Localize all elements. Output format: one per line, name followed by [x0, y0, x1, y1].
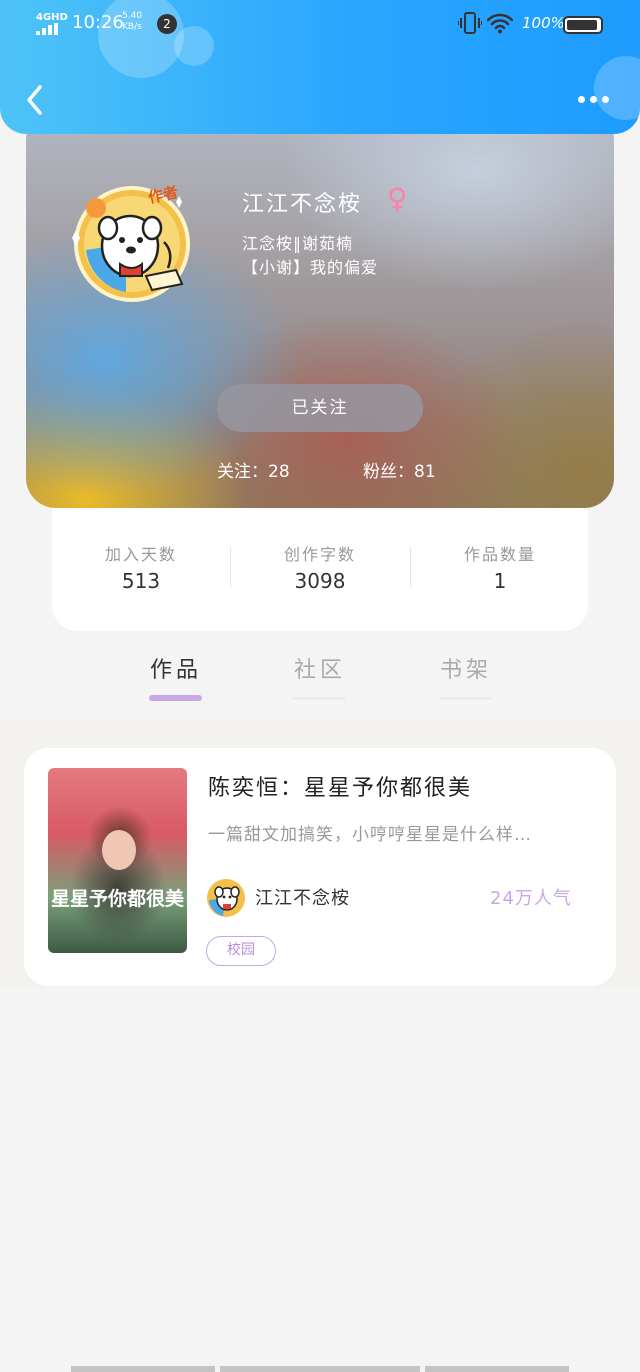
tab-indicator: [439, 697, 492, 700]
bio-line-1: 江念桉‖谢茹楠: [242, 234, 354, 253]
speed-value: 5.40: [122, 11, 143, 21]
network-speed: 5.40 KB/s: [122, 11, 152, 33]
book-title: 陈奕恒：星星予你都很美: [208, 776, 473, 801]
author-avatar-icon: [207, 879, 245, 917]
nav-hint-bar: [220, 1366, 420, 1372]
profile-header-card: 作者 江江不念桉 ♀ 江念桉‖谢茹楠 【小谢】我的偏爱 已关注 关注：28 粉丝…: [26, 110, 614, 508]
nav-hint-bar: [425, 1366, 569, 1372]
more-button[interactable]: [572, 84, 616, 114]
female-gender-icon: ♀: [387, 182, 408, 215]
top-bar: 4GHD 10:26 5.40 KB/s 2 100%: [0, 0, 640, 134]
cover-portrait: [102, 830, 136, 870]
stat-value: 513: [121, 569, 161, 593]
genre-tag[interactable]: 校园: [206, 936, 276, 966]
book-popularity: 24万人气: [490, 888, 572, 909]
stat-label: 加入天数: [104, 545, 177, 564]
wifi-icon: [486, 12, 514, 34]
status-time: 10:26: [72, 12, 124, 33]
tab-bookshelf[interactable]: 书架: [426, 652, 506, 684]
bio-line-2: 【小谢】我的偏爱: [242, 258, 379, 277]
tab-active-indicator: [149, 695, 202, 701]
stats-card: 加入天数 513 创作字数 3098 作品数量 1: [52, 495, 588, 631]
following-count[interactable]: 关注：28: [217, 457, 290, 482]
followers-count[interactable]: 粉丝：81: [363, 457, 436, 482]
username: 江江不念桉: [242, 192, 363, 217]
stat-value: 1: [493, 569, 507, 593]
stat-works-count: 作品数量 1: [411, 541, 589, 593]
stat-label: 作品数量: [463, 545, 536, 564]
stat-word-count: 创作字数 3098: [231, 541, 409, 593]
book-cover: 星星予你都很美: [48, 768, 187, 953]
tab-indicator: [293, 697, 346, 700]
vibrate-icon: [457, 12, 483, 34]
back-button[interactable]: [20, 80, 54, 120]
avatar[interactable]: 作者: [64, 172, 204, 312]
author-avatar-image: [72, 186, 190, 302]
tab-community[interactable]: 社区: [280, 652, 360, 684]
chevron-left-icon: [27, 85, 42, 115]
network-type: 4GHD: [36, 12, 68, 23]
status-bar: 4GHD 10:26 5.40 KB/s 2 100%: [0, 8, 640, 40]
stat-join-days: 加入天数 513: [52, 541, 230, 593]
signal-icon: [36, 23, 62, 35]
tab-works[interactable]: 作品: [136, 652, 216, 684]
battery-percent: 100%: [522, 14, 565, 32]
stat-value: 3098: [294, 569, 346, 593]
battery-icon: [563, 16, 603, 34]
book-description: 一篇甜文加搞笑，小哼哼星星是什么样…: [208, 825, 532, 845]
notification-badge: 2: [157, 14, 177, 34]
more-horizontal-icon: [578, 96, 585, 103]
stat-label: 创作字数: [283, 545, 356, 564]
book-author: 江江不念桉: [255, 888, 350, 909]
nav-hint-bar: [71, 1366, 215, 1372]
speed-unit: KB/s: [122, 22, 142, 32]
book-card[interactable]: 星星予你都很美 陈奕恒：星星予你都很美 一篇甜文加搞笑，小哼哼星星是什么样… 江…: [24, 748, 616, 986]
follow-button[interactable]: 已关注: [217, 384, 423, 432]
author-avatar-small: [205, 876, 249, 918]
cover-title: 星星予你都很美: [50, 888, 184, 910]
